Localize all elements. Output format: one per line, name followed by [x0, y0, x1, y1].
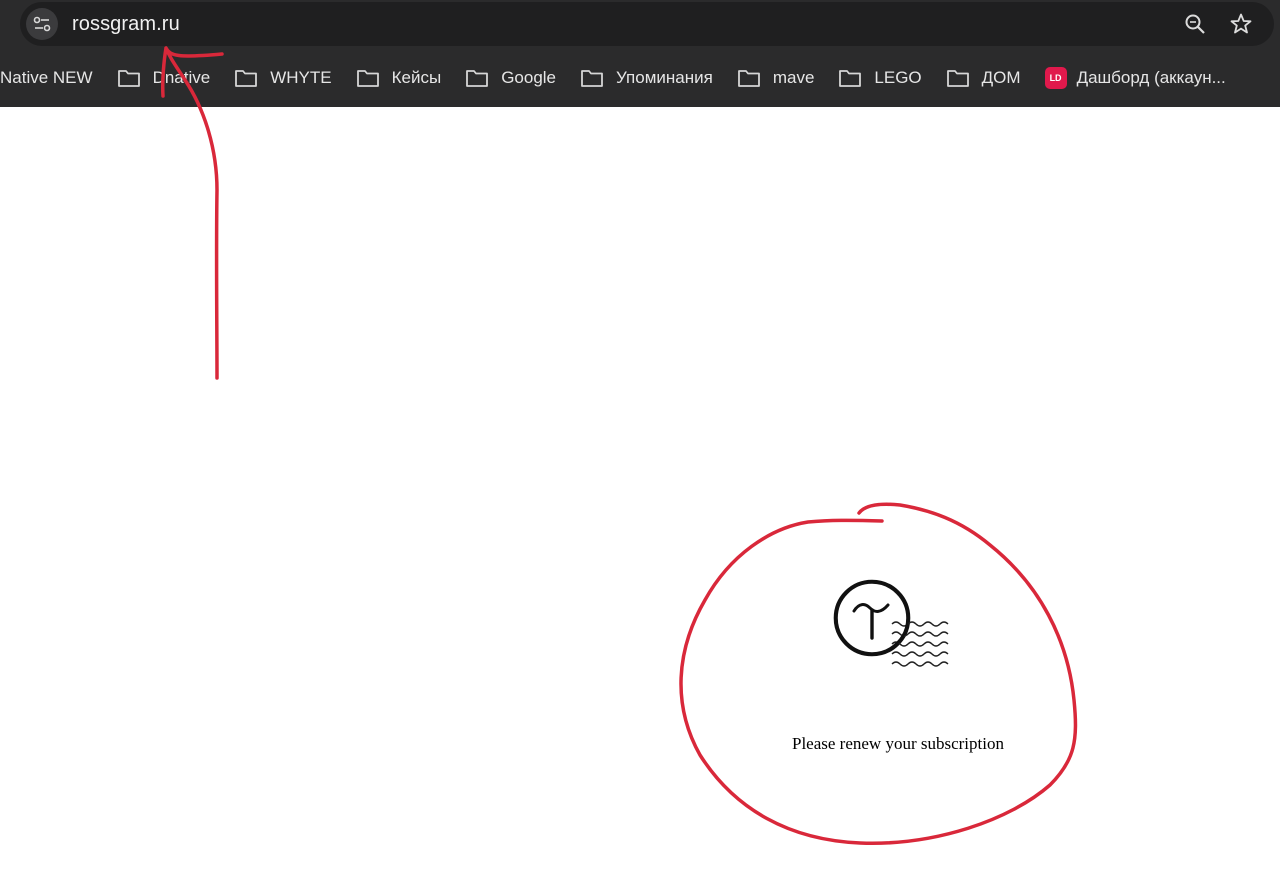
- bookmark-native-new[interactable]: Native NEW: [0, 68, 93, 88]
- bookmark-folder-dnative[interactable]: Dnative: [117, 68, 211, 88]
- folder-icon: [466, 70, 489, 87]
- bookmark-folder-mentions[interactable]: Упоминания: [580, 68, 713, 88]
- folder-icon: [235, 70, 258, 87]
- bookmark-label: mave: [772, 68, 815, 87]
- folder-icon: [737, 70, 760, 87]
- bookmark-folder-dom[interactable]: ДОМ: [946, 68, 1021, 88]
- folder-icon: [839, 70, 862, 87]
- page-content: [0, 107, 1280, 892]
- folder-icon: [117, 70, 140, 87]
- bookmark-folder-whyte[interactable]: WHYTE: [234, 68, 332, 88]
- bookmark-folder-mave[interactable]: mave: [737, 68, 815, 88]
- bookmark-label: Кейсы: [391, 68, 442, 87]
- bookmark-label: LEGO: [874, 68, 922, 87]
- folder-icon: [946, 70, 969, 87]
- bookmark-label: Дашборд (аккаун...: [1076, 68, 1226, 87]
- subscription-notice: Please renew your subscription: [792, 734, 1004, 753]
- zoom-icon[interactable]: [1183, 12, 1207, 36]
- folder-icon: [356, 70, 379, 87]
- bookmark-folder-google[interactable]: Google: [465, 68, 556, 88]
- bookmarks-bar: Native NEW Dnative WHYTE Кейсы Google Уп…: [0, 56, 1280, 100]
- bookmark-label: Google: [501, 68, 557, 87]
- site-info-icon[interactable]: [26, 8, 58, 40]
- bookmark-label: ДОМ: [981, 68, 1021, 87]
- bookmark-dashboard[interactable]: LD Дашборд (аккаун...: [1044, 67, 1226, 89]
- bookmark-folder-lego[interactable]: LEGO: [838, 68, 922, 88]
- folder-icon: [581, 70, 603, 87]
- browser-toolbar: rossgram.ru Native NEW Dnative WHYTE Кей…: [0, 0, 1280, 107]
- bookmark-star-icon[interactable]: [1229, 12, 1253, 36]
- bookmark-label: WHYTE: [270, 68, 332, 87]
- tilda-logo-icon: [832, 577, 966, 684]
- address-bar[interactable]: rossgram.ru: [20, 2, 1274, 46]
- ld-favicon-icon: LD: [1044, 67, 1067, 89]
- bookmark-folder-cases[interactable]: Кейсы: [356, 68, 442, 88]
- bookmark-label: Dnative: [152, 68, 211, 87]
- url-text[interactable]: rossgram.ru: [72, 13, 180, 36]
- bookmark-label: Native NEW: [0, 68, 93, 87]
- bookmark-label: Упоминания: [616, 68, 713, 87]
